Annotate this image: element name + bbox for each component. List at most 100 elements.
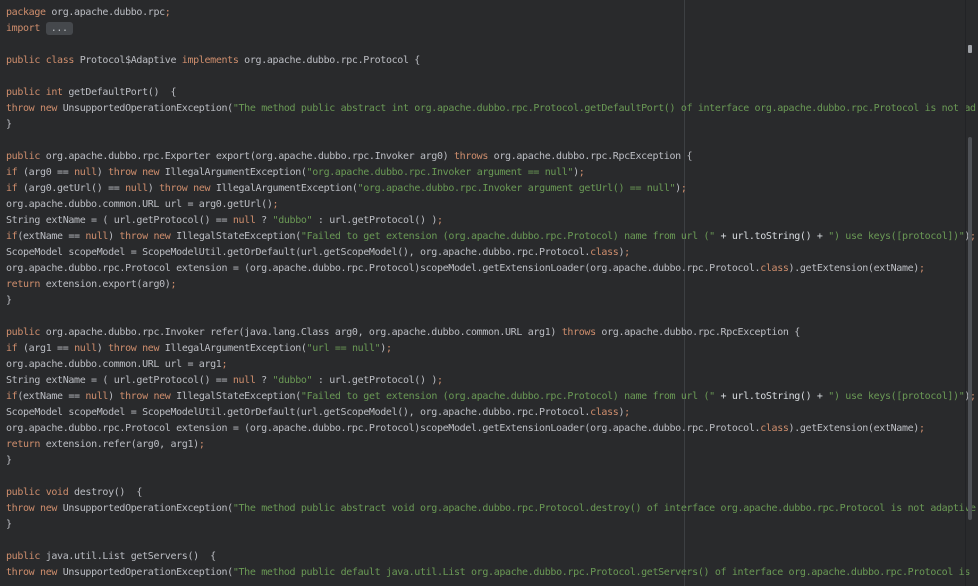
code-token: (extName ==: [17, 391, 85, 402]
code-token: "dubbo": [273, 215, 313, 226]
code-line: org.apache.dubbo.common.URL url = arg0.g…: [6, 197, 978, 213]
code-line: [6, 133, 978, 149]
code-line: [6, 469, 978, 485]
code-token: String extName = ( url.getProtocol() ==: [6, 375, 233, 386]
code-token: }: [6, 519, 12, 530]
code-line: throw new UnsupportedOperationException(…: [6, 501, 978, 517]
code-token: throws: [454, 151, 488, 162]
code-token: }: [6, 455, 12, 466]
code-token: public class: [6, 55, 74, 66]
code-token: null: [233, 215, 256, 226]
code-token: ;: [624, 247, 630, 258]
code-token: if: [6, 167, 17, 178]
code-token: public void: [6, 487, 68, 498]
code-token: public: [6, 551, 40, 562]
code-token: ): [108, 391, 119, 402]
code-token: extension.refer(arg0, arg1): [40, 439, 199, 450]
code-line: if(extName == null) throw new IllegalSta…: [6, 229, 978, 245]
code-line: ScopeModel scopeModel = ScopeModelUtil.g…: [6, 405, 978, 421]
code-token: throw new: [108, 343, 159, 354]
scrollbar[interactable]: [965, 0, 978, 586]
code-line: ScopeModel scopeModel = ScopeModelUtil.g…: [6, 245, 978, 261]
code-token: null: [233, 375, 256, 386]
code-line: org.apache.dubbo.rpc.Protocol extension …: [6, 421, 978, 437]
code-token: (arg0 ==: [17, 167, 74, 178]
code-token: throws: [562, 327, 596, 338]
code-line: public void destroy() {: [6, 485, 978, 501]
code-token: org.apache.dubbo.rpc.RpcException {: [596, 327, 800, 338]
code-token: import: [6, 23, 40, 34]
folded-imports-chip[interactable]: ...: [46, 22, 73, 35]
code-token: IllegalStateException(: [170, 391, 300, 402]
code-token: ): [97, 343, 108, 354]
code-line: throw new UnsupportedOperationException(…: [6, 565, 978, 581]
error-stripe-mark[interactable]: [968, 45, 972, 53]
code-token: null: [85, 391, 108, 402]
code-line: }: [6, 293, 978, 309]
code-token: ;: [165, 7, 171, 18]
code-line: }: [6, 517, 978, 533]
code-token: throw new: [159, 183, 210, 194]
code-token: destroy() {: [68, 487, 142, 498]
code-editor[interactable]: package org.apache.dubbo.rpc;import ...p…: [0, 0, 978, 586]
code-line: throw new UnsupportedOperationException(…: [6, 101, 978, 117]
code-token: org.apache.dubbo.rpc.Exporter export(org…: [40, 151, 454, 162]
code-line: if (arg1 == null) throw new IllegalArgum…: [6, 341, 978, 357]
code-token: "Failed to get extension (org.apache.dub…: [301, 391, 715, 402]
code-token: ): [97, 167, 108, 178]
code-token: throw new: [119, 391, 170, 402]
code-line: String extName = ( url.getProtocol() == …: [6, 213, 978, 229]
code-line: if(extName == null) throw new IllegalSta…: [6, 389, 978, 405]
code-token: org.apache.dubbo.rpc.RpcException {: [488, 151, 692, 162]
code-token: String extName = ( url.getProtocol() ==: [6, 215, 233, 226]
code-token: class: [590, 247, 618, 258]
code-token: ;: [919, 423, 925, 434]
code-token: ;: [579, 167, 585, 178]
code-token: ?: [256, 375, 273, 386]
code-token: : url.getProtocol() ): [312, 215, 437, 226]
code-token: + url.toString() +: [715, 391, 828, 402]
code-token: ;: [386, 343, 392, 354]
code-line: return extension.refer(arg0, arg1);: [6, 437, 978, 453]
code-line: }: [6, 117, 978, 133]
code-token: "org.apache.dubbo.rpc.Invoker argument g…: [358, 183, 676, 194]
code-token: if: [6, 391, 17, 402]
code-token: ScopeModel scopeModel = ScopeModelUtil.g…: [6, 407, 590, 418]
code-token: if: [6, 231, 17, 242]
code-token: IllegalArgumentException(: [159, 167, 306, 178]
code-token: org.apache.dubbo.rpc.Invoker refer(java.…: [40, 327, 562, 338]
code-token: null: [74, 343, 97, 354]
code-token: class: [760, 263, 788, 274]
code-token: ;: [199, 439, 205, 450]
code-line: public java.util.List getServers() {: [6, 549, 978, 565]
scrollbar-thumb[interactable]: [968, 137, 972, 520]
code-token: UnsupportedOperationException(: [57, 567, 233, 578]
code-area[interactable]: package org.apache.dubbo.rpc;import ...p…: [0, 0, 978, 586]
code-token: throw new: [6, 503, 57, 514]
code-token: "The method public abstract void org.apa…: [233, 503, 976, 514]
code-line: public org.apache.dubbo.rpc.Exporter exp…: [6, 149, 978, 165]
code-token: ;: [221, 359, 227, 370]
code-line: org.apache.dubbo.rpc.Protocol extension …: [6, 261, 978, 277]
code-token: return: [6, 279, 40, 290]
code-token: (arg0.getUrl() ==: [17, 183, 125, 194]
code-token: "Failed to get extension (org.apache.dub…: [301, 231, 715, 242]
code-token: IllegalStateException(: [170, 231, 300, 242]
code-token: ): [108, 231, 119, 242]
code-token: }: [6, 119, 12, 130]
code-token: throw new: [6, 103, 57, 114]
code-line: import ...: [6, 21, 978, 37]
code-token: "The method public abstract int org.apac…: [233, 103, 976, 114]
code-token: ?: [256, 215, 273, 226]
code-token: Protocol$Adaptive: [74, 55, 182, 66]
code-line: }: [6, 453, 978, 469]
code-token: class: [760, 423, 788, 434]
code-token: "org.apache.dubbo.rpc.Invoker argument =…: [307, 167, 574, 178]
code-line: [6, 309, 978, 325]
code-token: null: [74, 167, 97, 178]
code-token: org.apache.dubbo.rpc.Protocol extension …: [6, 423, 760, 434]
code-token: ") use keys([protocol])": [828, 391, 964, 402]
code-line: public org.apache.dubbo.rpc.Invoker refe…: [6, 325, 978, 341]
code-line: package org.apache.dubbo.rpc;: [6, 5, 978, 21]
code-token: [40, 23, 46, 34]
